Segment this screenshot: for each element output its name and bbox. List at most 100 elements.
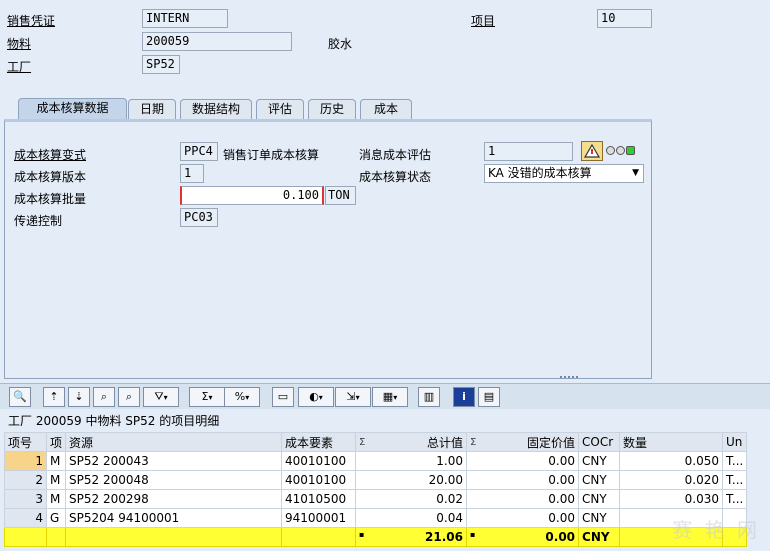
sum-icon: Σ (470, 436, 477, 448)
subtotal-button[interactable]: %▾ (224, 387, 260, 407)
column-currency[interactable]: COCr (578, 432, 621, 452)
column-unit[interactable]: Un (722, 432, 748, 452)
total-row: ▪ 21.06 ▪ 0.00 CNY (4, 527, 748, 547)
total-marker-icon: ▪ (359, 530, 365, 539)
filter-button[interactable]: ⛛▾ (143, 387, 179, 407)
tab-costing-data[interactable]: 成本核算数据 (18, 98, 127, 120)
column-type[interactable]: 项 (45, 432, 67, 452)
currency-cell[interactable]: CNY (578, 508, 621, 528)
sort-descending-button[interactable]: ⇣ (68, 387, 90, 407)
column-fixed-value[interactable]: Σ 固定价值 (466, 432, 580, 452)
info-button[interactable]: i (453, 387, 475, 407)
fixed-value-cell[interactable]: 0.00 (466, 451, 580, 471)
cost-element-cell[interactable]: 41010500 (281, 489, 357, 509)
total-empty-cell (65, 527, 283, 547)
cost-element-cell[interactable]: 40010100 (281, 470, 357, 490)
chevron-down-icon: ▾ (393, 393, 398, 402)
sales-doc-field[interactable]: INTERN (142, 9, 228, 28)
layout-button[interactable]: ▦▾ (372, 387, 408, 407)
details-button[interactable]: 🔍 (9, 387, 31, 407)
views-button[interactable]: ◐▾ (298, 387, 334, 407)
type-cell[interactable]: G (45, 508, 67, 528)
abc-analysis-button[interactable]: ▤ (478, 387, 500, 407)
currency-cell[interactable]: CNY (578, 470, 621, 490)
quantity-cell[interactable]: 0.020 (619, 470, 724, 490)
currency-cell[interactable]: CNY (578, 451, 621, 471)
fixed-value-cell[interactable]: 0.00 (466, 470, 580, 490)
column-fixed-value-label: 固定价值 (527, 435, 576, 450)
resource-cell[interactable]: SP52 200048 (65, 470, 283, 490)
cost-element-cell[interactable]: 94100001 (281, 508, 357, 528)
message-log-button[interactable] (581, 141, 603, 161)
type-cell[interactable]: M (45, 451, 67, 471)
total-value-cell[interactable]: 20.00 (355, 470, 468, 490)
type-cell[interactable]: M (45, 470, 67, 490)
column-quantity[interactable]: 数量 (619, 432, 724, 452)
column-total-value[interactable]: Σ 总计值 (355, 432, 468, 452)
tab-dates[interactable]: 日期 (128, 99, 176, 119)
tab-history[interactable]: 历史 (308, 99, 356, 119)
resource-cell[interactable]: SP52 200298 (65, 489, 283, 509)
column-cost-element[interactable]: 成本要素 (281, 432, 357, 452)
magnifier-icon: 🔍 (13, 390, 27, 403)
type-cell[interactable]: M (45, 489, 67, 509)
chevron-down-icon: ▾ (318, 393, 323, 402)
row-number-cell[interactable]: 4 (4, 508, 47, 528)
plant-field[interactable]: SP52 (142, 55, 180, 74)
fixed-value-cell[interactable]: 0.00 (466, 489, 580, 509)
table-row[interactable]: 1 M SP52 200043 40010100 1.00 0.00 CNY 0.050 T..… (4, 451, 748, 471)
resource-cell[interactable]: SP5204 94100001 (65, 508, 283, 528)
alv-toolbar: 🔍 ⇡ ⇣ ⌕ ⌕ ⛛▾ Σ▾ %▾ ▭ ◐▾ ⇲▾ ▦▾ ▥ i ▤ (0, 383, 770, 409)
table-row[interactable]: 4 G SP5204 94100001 94100001 0.04 0.00 CNY (4, 508, 748, 528)
tab-valuation[interactable]: 评估 (256, 99, 304, 119)
item-detail-table: 项号 项 资源 成本要素 Σ 总计值 Σ 固定价值 COCr 数量 Un 1 M SP5… (4, 432, 748, 547)
quantity-cell[interactable]: 0.030 (619, 489, 724, 509)
quantity-cell[interactable]: 0.050 (619, 451, 724, 471)
row-number-cell[interactable]: 2 (4, 470, 47, 490)
costing-lot-unit-field[interactable]: TON (325, 186, 356, 205)
row-number-cell[interactable]: 1 (4, 451, 47, 471)
column-resource[interactable]: 资源 (65, 432, 283, 452)
export-button[interactable]: ⇲▾ (335, 387, 371, 407)
unit-cell[interactable]: T... (722, 451, 748, 471)
find-next-button[interactable]: ⌕ (118, 387, 140, 407)
unit-cell[interactable]: T... (722, 489, 748, 509)
message-costing-field[interactable]: 1 (484, 142, 573, 161)
resource-cell[interactable]: SP52 200043 (65, 451, 283, 471)
table-row[interactable]: 2 M SP52 200048 40010100 20.00 0.00 CNY 0.020 T.… (4, 470, 748, 490)
chevron-down-icon: ▼ (632, 168, 639, 178)
column-item-no[interactable]: 项号 (4, 432, 47, 452)
cost-element-cell[interactable]: 40010100 (281, 451, 357, 471)
total-value-cell[interactable]: 0.04 (355, 508, 468, 528)
costing-version-field[interactable]: 1 (180, 164, 204, 183)
item-field[interactable]: 10 (597, 9, 652, 28)
print-preview-button[interactable]: ▭ (272, 387, 294, 407)
find-button[interactable]: ⌕ (93, 387, 115, 407)
costing-variant-field[interactable]: PPC4 (180, 142, 218, 161)
item-label: 项目 (471, 14, 496, 28)
fixed-value-cell[interactable]: 0.00 (466, 508, 580, 528)
graphic-button[interactable]: ▥ (418, 387, 440, 407)
transfer-control-field[interactable]: PC03 (180, 208, 218, 227)
unit-cell[interactable]: T... (722, 470, 748, 490)
material-label: 物料 (7, 37, 32, 51)
sort-ascending-button[interactable]: ⇡ (43, 387, 65, 407)
tab-data-structure[interactable]: 数据结构 (180, 99, 252, 119)
alert-icon (583, 143, 601, 158)
costing-status-value: KA 没错的成本核算 (488, 166, 592, 180)
sort-ascending-icon: ⇡ (49, 390, 59, 403)
table-row[interactable]: 3 M SP52 200298 41010500 0.02 0.00 CNY 0.030 T..… (4, 489, 748, 509)
sum-button[interactable]: Σ▾ (189, 387, 225, 407)
costing-lot-size-field[interactable]: 0.100 (180, 186, 324, 205)
currency-cell[interactable]: CNY (578, 489, 621, 509)
splitter-handle[interactable] (560, 376, 578, 379)
traffic-light-icon (606, 145, 636, 157)
costing-status-select[interactable]: KA 没错的成本核算 ▼ (484, 164, 644, 183)
total-value-cell[interactable]: 1.00 (355, 451, 468, 471)
total-empty-cell (4, 527, 47, 547)
material-field[interactable]: 200059 (142, 32, 292, 51)
row-number-cell[interactable]: 3 (4, 489, 47, 509)
find-next-icon: ⌕ (125, 390, 133, 403)
total-value-cell[interactable]: 0.02 (355, 489, 468, 509)
tab-costs[interactable]: 成本 (360, 99, 412, 119)
